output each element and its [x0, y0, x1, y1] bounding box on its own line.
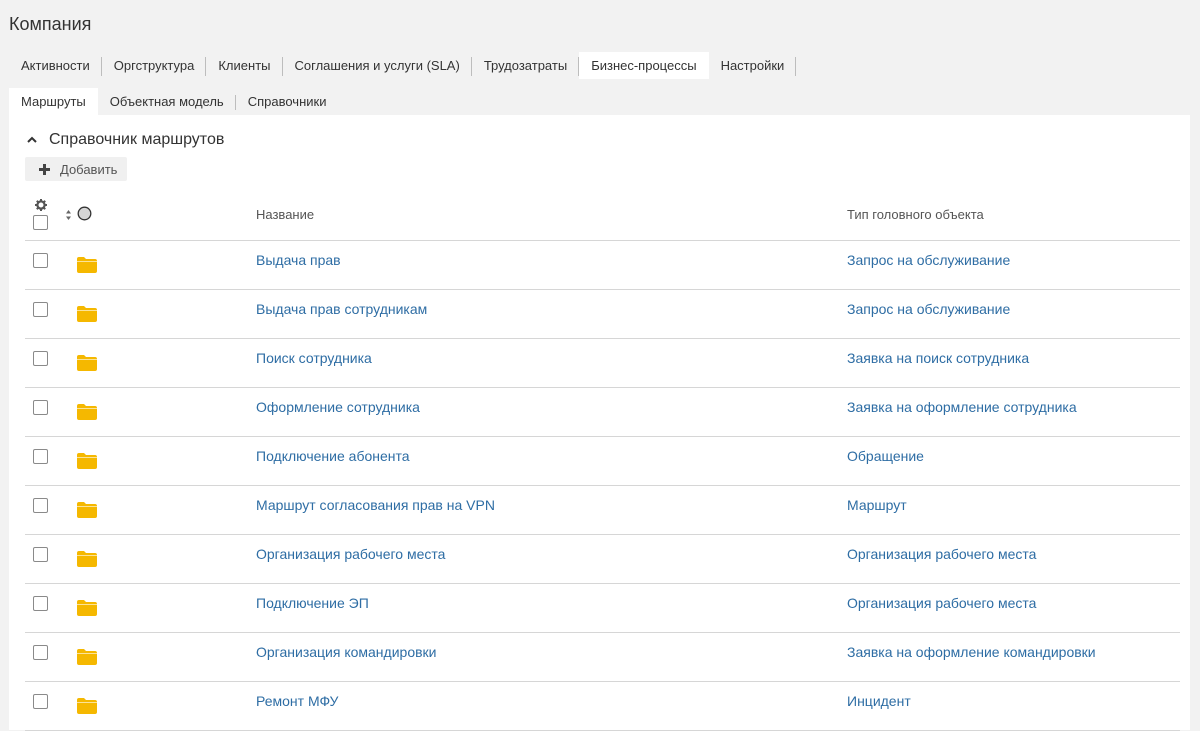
route-type-link[interactable]: Заявка на поиск сотрудника [847, 350, 1029, 366]
row-checkbox[interactable] [33, 498, 48, 513]
row-checkbox[interactable] [33, 596, 48, 611]
route-name-link[interactable]: Выдача прав [256, 252, 341, 268]
tab-sla[interactable]: Соглашения и услуги (SLA) [283, 52, 473, 79]
folder-icon [77, 551, 97, 567]
tab-clients[interactable]: Клиенты [206, 52, 283, 79]
tab-org-structure[interactable]: Оргструктура [102, 52, 207, 79]
main-tabs: Активности Оргструктура Клиенты Соглашен… [9, 52, 797, 79]
row-checkbox[interactable] [33, 400, 48, 415]
folder-icon [77, 502, 97, 518]
chevron-up-icon[interactable] [25, 133, 39, 147]
add-button-label: Добавить [60, 161, 118, 177]
table-row: Оформление сотрудника Заявка на оформлен… [25, 388, 1180, 437]
table-row: Организация рабочего места Организация р… [25, 535, 1180, 584]
folder-icon [77, 649, 97, 665]
route-name-link[interactable]: Поиск сотрудника [256, 350, 372, 366]
table-row: Организация командировки Заявка на оформ… [25, 633, 1180, 682]
route-type-link[interactable]: Маршрут [847, 497, 907, 513]
route-type-link[interactable]: Запрос на обслуживание [847, 252, 1010, 268]
sort-icon[interactable] [65, 209, 72, 221]
route-type-link[interactable]: Обращение [847, 448, 924, 464]
section-title: Справочник маршрутов [49, 131, 225, 148]
row-checkbox[interactable] [33, 694, 48, 709]
table-row: Выдача прав сотрудникам Запрос на обслуж… [25, 290, 1180, 339]
folder-icon [77, 404, 97, 420]
table-row: Выдача прав Запрос на обслуживание [25, 241, 1180, 290]
route-type-link[interactable]: Организация рабочего места [847, 595, 1036, 611]
table-row: Маршрут согласования прав на VPN Маршрут [25, 486, 1180, 535]
tab-business-processes[interactable]: Бизнес-процессы [579, 52, 709, 79]
folder-icon [77, 306, 97, 322]
row-checkbox[interactable] [33, 645, 48, 660]
route-name-link[interactable]: Ремонт МФУ [256, 693, 338, 709]
routes-table: Название Тип головного объекта Выдача пр… [25, 193, 1180, 731]
route-name-link[interactable]: Подключение ЭП [256, 595, 369, 611]
route-name-link[interactable]: Организация рабочего места [256, 546, 445, 562]
status-circle-icon[interactable] [77, 206, 92, 221]
row-checkbox[interactable] [33, 351, 48, 366]
folder-icon [77, 698, 97, 714]
plus-icon [39, 163, 50, 175]
table-header: Название Тип головного объекта [25, 193, 1180, 241]
row-checkbox[interactable] [33, 449, 48, 464]
column-header-name[interactable]: Название [256, 207, 314, 222]
route-type-link[interactable]: Заявка на оформление командировки [847, 644, 1096, 660]
tab-activities[interactable]: Активности [9, 52, 102, 79]
tab-settings[interactable]: Настройки [709, 52, 797, 79]
route-type-link[interactable]: Инцидент [847, 693, 911, 709]
folder-icon [77, 453, 97, 469]
routes-panel: Справочник маршрутов Добавить Название Т… [9, 115, 1190, 731]
route-type-link[interactable]: Заявка на оформление сотрудника [847, 399, 1077, 415]
table-row: Ремонт МФУ Инцидент [25, 682, 1180, 731]
route-name-link[interactable]: Организация командировки [256, 644, 436, 660]
subtab-dictionaries[interactable]: Справочники [236, 88, 339, 115]
column-header-type[interactable]: Тип головного объекта [847, 207, 984, 222]
subtab-routes[interactable]: Маршруты [9, 88, 98, 115]
gear-icon[interactable] [35, 199, 47, 211]
route-name-link[interactable]: Оформление сотрудника [256, 399, 420, 415]
row-checkbox[interactable] [33, 547, 48, 562]
folder-icon [77, 257, 97, 273]
route-name-link[interactable]: Маршрут согласования прав на VPN [256, 497, 495, 513]
sub-tabs: Маршруты Объектная модель Справочники [9, 88, 338, 115]
route-name-link[interactable]: Подключение абонента [256, 448, 410, 464]
table-row: Поиск сотрудника Заявка на поиск сотрудн… [25, 339, 1180, 388]
route-type-link[interactable]: Запрос на обслуживание [847, 301, 1010, 317]
tab-labor-costs[interactable]: Трудозатраты [472, 52, 580, 79]
page-title: Компания [9, 14, 92, 34]
route-name-link[interactable]: Выдача прав сотрудникам [256, 301, 427, 317]
row-checkbox[interactable] [33, 253, 48, 268]
section-header[interactable]: Справочник маршрутов [25, 131, 224, 149]
folder-icon [77, 600, 97, 616]
row-checkbox[interactable] [33, 302, 48, 317]
route-type-link[interactable]: Организация рабочего места [847, 546, 1036, 562]
table-row: Подключение абонента Обращение [25, 437, 1180, 486]
subtab-object-model[interactable]: Объектная модель [98, 88, 236, 115]
select-all-checkbox[interactable] [33, 215, 48, 230]
folder-icon [77, 355, 97, 371]
add-button[interactable]: Добавить [25, 157, 128, 181]
table-row: Подключение ЭП Организация рабочего мест… [25, 584, 1180, 633]
